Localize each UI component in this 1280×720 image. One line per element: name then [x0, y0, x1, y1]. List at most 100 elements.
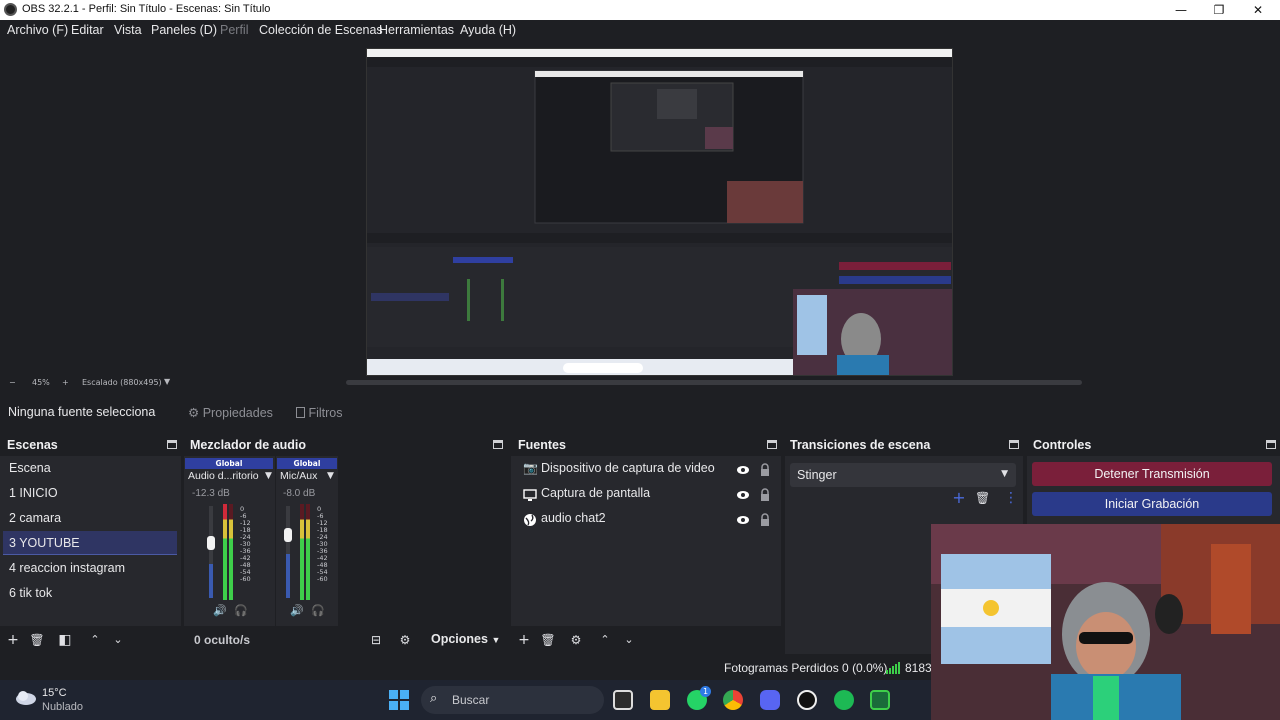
- scene-item-selected[interactable]: 3 YOUTUBE: [3, 531, 177, 555]
- scene-item[interactable]: Escena: [3, 456, 177, 480]
- channel-db: -12.3 dB: [192, 488, 230, 499]
- undock-icon[interactable]: [167, 440, 177, 449]
- menu-perfil[interactable]: Perfil: [220, 23, 248, 37]
- headphones-icon[interactable]: 🎧: [311, 604, 325, 617]
- lock-icon[interactable]: [760, 461, 770, 476]
- app-icon[interactable]: [870, 690, 890, 710]
- add-icon[interactable]: +: [951, 490, 967, 506]
- menu-ayuda[interactable]: Ayuda (H): [460, 23, 516, 37]
- menu-archivo[interactable]: Archivo (F): [7, 23, 68, 37]
- volume-slider-handle[interactable]: [284, 528, 292, 542]
- channel-menu-icon[interactable]: ▼: [265, 471, 272, 481]
- transition-select[interactable]: Stinger ▼: [790, 463, 1016, 487]
- chevron-down-icon[interactable]: ⌄: [110, 632, 126, 648]
- spotify-icon[interactable]: [834, 690, 854, 710]
- menu-vista[interactable]: Vista: [114, 23, 142, 37]
- speaker-icon[interactable]: 🔊: [213, 604, 227, 617]
- source-item[interactable]: 📷 Dispositivo de captura de video: [519, 456, 773, 480]
- zoom-in-button[interactable]: +: [62, 378, 69, 387]
- undock-icon[interactable]: [1266, 440, 1276, 449]
- gear-icon[interactable]: ⚙: [397, 632, 413, 648]
- file-explorer-icon[interactable]: [650, 690, 670, 710]
- eye-icon[interactable]: [736, 486, 750, 500]
- mixer-dock-header: Mezclador de audio: [184, 434, 507, 456]
- recursive-screen-capture: [367, 49, 952, 375]
- context-bar: Ninguna fuente selecciona ⚙ Propiedades …: [0, 398, 1280, 428]
- windows-start-icon[interactable]: [389, 690, 409, 713]
- gear-icon[interactable]: ⚙: [568, 632, 584, 648]
- menu-editar[interactable]: Editar: [71, 23, 104, 37]
- signal-icon: [886, 662, 900, 677]
- filters-button[interactable]: Filtros: [288, 401, 348, 425]
- scenes-title: Escenas: [7, 438, 58, 452]
- obs-logo-icon: [4, 3, 17, 16]
- db-scale: 0 -6 -12 -18 -24 -30 -36 -42 -48 -54 -60: [240, 505, 251, 583]
- undock-icon[interactable]: [1009, 440, 1019, 449]
- sources-dock-header: Fuentes: [511, 434, 781, 456]
- preview-scrollbar[interactable]: [346, 380, 1082, 385]
- eye-icon[interactable]: [736, 511, 750, 525]
- stop-streaming-button[interactable]: Detener Transmisión: [1032, 462, 1272, 486]
- zoom-out-button[interactable]: −: [9, 378, 16, 387]
- lock-icon[interactable]: [760, 511, 770, 526]
- transition-value: Stinger: [797, 468, 837, 482]
- close-button[interactable]: ✕: [1238, 1, 1278, 19]
- search-placeholder: Buscar: [452, 693, 490, 707]
- speaker-icon[interactable]: 🔊: [290, 604, 304, 617]
- scene-item[interactable]: 2 camara: [3, 506, 177, 530]
- notification-badge: 1: [700, 686, 711, 697]
- layout-icon[interactable]: ⊟: [368, 632, 384, 648]
- taskbar-search[interactable]: ⌕ Buscar: [421, 686, 604, 714]
- sources-title: Fuentes: [518, 438, 566, 452]
- trash-icon[interactable]: 🗑: [540, 632, 556, 648]
- chrome-icon[interactable]: [723, 690, 743, 710]
- options-button[interactable]: Opciones ▼: [431, 632, 500, 646]
- scene-item[interactable]: 4 reaccion instagram: [3, 556, 177, 580]
- scene-item[interactable]: 1 INICIO: [3, 481, 177, 505]
- bitrate-value: 8183: [905, 661, 932, 675]
- channel-tag: Global: [185, 458, 273, 469]
- add-icon[interactable]: +: [5, 632, 21, 648]
- more-options-icon[interactable]: ⋮: [1004, 490, 1018, 506]
- chevron-up-icon[interactable]: ⌃: [597, 632, 613, 648]
- search-icon: ⌕: [430, 691, 438, 706]
- add-icon[interactable]: +: [516, 632, 532, 648]
- start-recording-button[interactable]: Iniciar Grabación: [1032, 492, 1272, 516]
- volume-slider-handle[interactable]: [207, 536, 215, 550]
- source-item[interactable]: Captura de pantalla: [519, 481, 773, 505]
- mixer-title: Mezclador de audio: [190, 438, 306, 452]
- lock-icon[interactable]: [760, 486, 770, 501]
- undock-icon[interactable]: [493, 440, 503, 449]
- level-meter-left: [223, 504, 227, 600]
- monitor-icon: [523, 486, 537, 501]
- level-meter-right: [306, 504, 310, 600]
- window-title: OBS 32.2.1 - Perfil: Sin Título - Escena…: [22, 3, 271, 15]
- minimize-button[interactable]: —: [1161, 1, 1201, 19]
- source-item[interactable]: audio chat2: [519, 506, 773, 530]
- obs-icon[interactable]: [797, 690, 817, 710]
- menu-paneles[interactable]: Paneles (D): [151, 23, 217, 37]
- transitions-title: Transiciones de escena: [790, 438, 931, 452]
- trash-icon[interactable]: 🗑: [975, 491, 990, 505]
- properties-button[interactable]: ⚙ Propiedades: [180, 401, 276, 425]
- eye-icon[interactable]: [736, 461, 750, 475]
- globe-icon: [523, 511, 537, 526]
- task-view-icon[interactable]: [613, 690, 633, 710]
- weather-cloud-icon[interactable]: [14, 688, 38, 706]
- filter-icon[interactable]: ◧: [57, 632, 73, 648]
- preview-canvas[interactable]: [366, 48, 953, 376]
- headphones-icon[interactable]: 🎧: [234, 604, 248, 617]
- level-meter-left: [300, 504, 304, 600]
- channel-menu-icon[interactable]: ▼: [327, 471, 334, 481]
- undock-icon[interactable]: [767, 440, 777, 449]
- chevron-up-icon[interactable]: ⌃: [87, 632, 103, 648]
- maximize-button[interactable]: ❐: [1199, 1, 1239, 19]
- discord-icon[interactable]: [760, 690, 780, 710]
- scene-item[interactable]: 6 tik tok: [3, 581, 177, 605]
- chevron-down-icon[interactable]: ⌄: [621, 632, 637, 648]
- mixer-channels: Global Audio d...ritorio ▼ -12.3 dB 0 -6-…: [184, 456, 507, 626]
- trash-icon[interactable]: 🗑: [29, 632, 45, 648]
- scale-dropdown-icon[interactable]: ▼: [164, 377, 170, 386]
- menu-herramientas[interactable]: Herramientas: [379, 23, 454, 37]
- menu-coleccion[interactable]: Colección de Escenas: [259, 23, 383, 37]
